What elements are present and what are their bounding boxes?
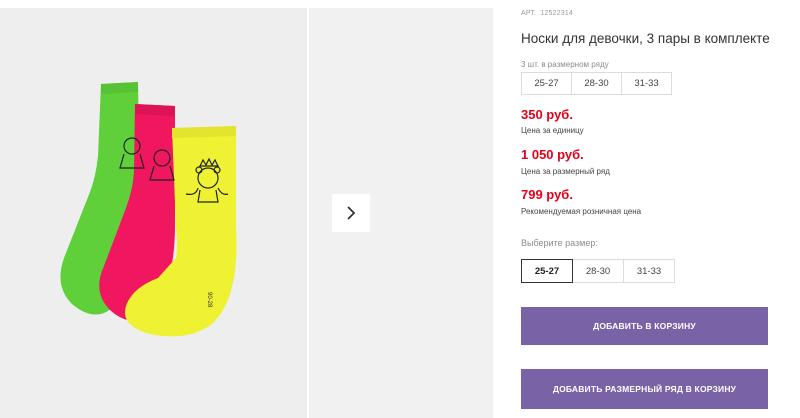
add-range-to-cart-button[interactable]: ДОБАВИТЬ РАЗМЕРНЫЙ РЯД В КОРЗИНУ <box>521 369 768 409</box>
pack-size-label: 3 шт. в размерном ряду <box>521 60 609 69</box>
retail-price-note: Рекомендуемая розничная цена <box>521 207 642 216</box>
article-number: АРТ. 12522314 <box>521 10 577 17</box>
pack-size-list: 25-27 28-30 31-33 <box>521 72 672 95</box>
size-option-31-33[interactable]: 31-33 <box>623 259 675 283</box>
gallery-next-button[interactable] <box>332 194 370 232</box>
range-price-note: Цена за размерный ряд <box>521 167 610 176</box>
product-info: АРТ. 12522314 Носки для девочки, 3 пары в… <box>521 0 800 418</box>
add-to-cart-button[interactable]: ДОБАВИТЬ В КОРЗИНУ <box>521 307 768 345</box>
unit-price: 350 руб. <box>521 107 573 122</box>
size-option-28-30[interactable]: 28-30 <box>572 259 624 283</box>
socks-image: 90-28 <box>60 82 237 337</box>
product-photo[interactable]: 90-28 <box>0 8 307 418</box>
product-gallery: 90-28 <box>0 0 493 418</box>
pack-size-item: 25-27 <box>521 72 572 95</box>
article-value: 12522314 <box>540 10 574 17</box>
range-price: 1 050 руб. <box>521 147 584 162</box>
product-title: Носки для девочки, 3 пары в комплекте <box>521 31 770 46</box>
unit-price-note: Цена за единицу <box>521 126 584 135</box>
size-selector: 25-27 28-30 31-33 <box>521 259 675 283</box>
chevron-right-icon <box>347 206 356 220</box>
article-label: АРТ. <box>521 10 537 17</box>
choose-size-label: Выберите размер: <box>521 238 598 248</box>
size-option-25-27[interactable]: 25-27 <box>521 259 573 283</box>
sock-label: 90-28 <box>206 292 212 308</box>
retail-price: 799 руб. <box>521 187 573 202</box>
pack-size-item: 28-30 <box>571 72 622 95</box>
pack-size-item: 31-33 <box>621 72 672 95</box>
